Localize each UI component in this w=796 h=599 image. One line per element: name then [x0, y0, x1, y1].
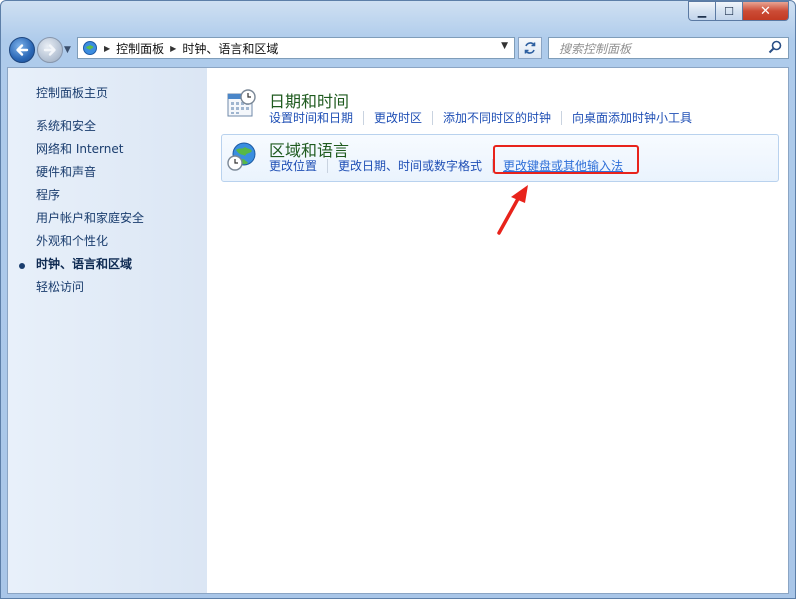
link-divider — [363, 110, 365, 125]
breadcrumb-clock-language-region[interactable]: 时钟、语言和区域 — [182, 40, 278, 57]
link-divider — [327, 158, 329, 173]
annotation-highlight-box — [493, 145, 639, 174]
link-divider — [432, 110, 434, 125]
globe-clock-icon[interactable] — [226, 141, 258, 173]
link-add-clock-gadget[interactable]: 向桌面添加时钟小工具 — [572, 109, 692, 126]
sidebar-item-user-accounts[interactable]: 用户帐户和家庭安全 — [36, 209, 144, 226]
back-button[interactable] — [9, 37, 35, 63]
active-bullet-icon — [19, 263, 25, 269]
sidebar-item-appearance[interactable]: 外观和个性化 — [36, 232, 108, 249]
refresh-button[interactable] — [518, 37, 542, 59]
breadcrumb-chevron-icon[interactable]: ▶ — [170, 44, 176, 53]
link-divider — [561, 110, 563, 125]
sidebar-item-system-security[interactable]: 系统和安全 — [36, 117, 96, 134]
minimize-button[interactable]: ▁ — [688, 1, 716, 21]
address-dropdown-icon[interactable]: ▼ — [501, 41, 508, 51]
category-links-date-time: 设置时间和日期 更改时区 添加不同时区的时钟 向桌面添加时钟小工具 — [269, 109, 692, 126]
sidebar-item-ease-of-access[interactable]: 轻松访问 — [36, 278, 84, 295]
calendar-clock-icon[interactable] — [225, 88, 257, 120]
link-change-date-time-number-format[interactable]: 更改日期、时间或数字格式 — [338, 157, 482, 174]
sidebar-item-network-internet[interactable]: 网络和 Internet — [36, 140, 123, 157]
recent-pages-dropdown[interactable]: ▼ — [64, 45, 71, 55]
sidebar: 控制面板主页 系统和安全 网络和 Internet 硬件和声音 程序 用户帐户和… — [8, 68, 207, 593]
link-change-location[interactable]: 更改位置 — [269, 157, 317, 174]
forward-button[interactable] — [37, 37, 63, 63]
annotation-arrow-icon — [497, 185, 528, 235]
sidebar-item-hardware-sound[interactable]: 硬件和声音 — [36, 163, 96, 180]
sidebar-item-control-panel-home[interactable]: 控制面板主页 — [36, 84, 108, 101]
sidebar-item-programs[interactable]: 程序 — [36, 186, 60, 203]
link-add-clocks[interactable]: 添加不同时区的时钟 — [443, 109, 551, 126]
search-input[interactable] — [557, 39, 761, 59]
control-panel-window: ▁ ☐ ✕ ▼ ▶ 控制面板 ▶ 时钟、语言和区域 ▼ 搜索控制面板 控制面板主… — [0, 0, 796, 599]
search-icon[interactable] — [768, 40, 782, 54]
breadcrumb-control-panel[interactable]: 控制面板 — [116, 40, 164, 57]
address-bar[interactable]: ▶ 控制面板 ▶ 时钟、语言和区域 ▼ — [77, 37, 515, 59]
close-button[interactable]: ✕ — [742, 1, 789, 21]
search-box[interactable] — [548, 37, 789, 59]
refresh-icon — [524, 42, 536, 54]
arrow-right-icon — [43, 44, 56, 56]
title-bar: ▁ ☐ ✕ — [1, 1, 795, 31]
link-change-timezone[interactable]: 更改时区 — [374, 109, 422, 126]
arrow-left-icon — [16, 44, 29, 56]
link-set-time-date[interactable]: 设置时间和日期 — [269, 109, 353, 126]
sidebar-item-clock-language-region[interactable]: 时钟、语言和区域 — [36, 255, 132, 272]
maximize-button[interactable]: ☐ — [715, 1, 743, 21]
control-panel-icon — [83, 41, 97, 55]
breadcrumb-chevron-icon[interactable]: ▶ — [104, 44, 110, 53]
navigation-bar: ▼ ▶ 控制面板 ▶ 时钟、语言和区域 ▼ — [1, 31, 795, 67]
content-area: 控制面板主页 系统和安全 网络和 Internet 硬件和声音 程序 用户帐户和… — [7, 67, 789, 594]
category-date-time: 日期和时间 设置时间和日期 更改时区 添加不同时区的时钟 向桌面添加时钟小工具 — [221, 82, 779, 128]
